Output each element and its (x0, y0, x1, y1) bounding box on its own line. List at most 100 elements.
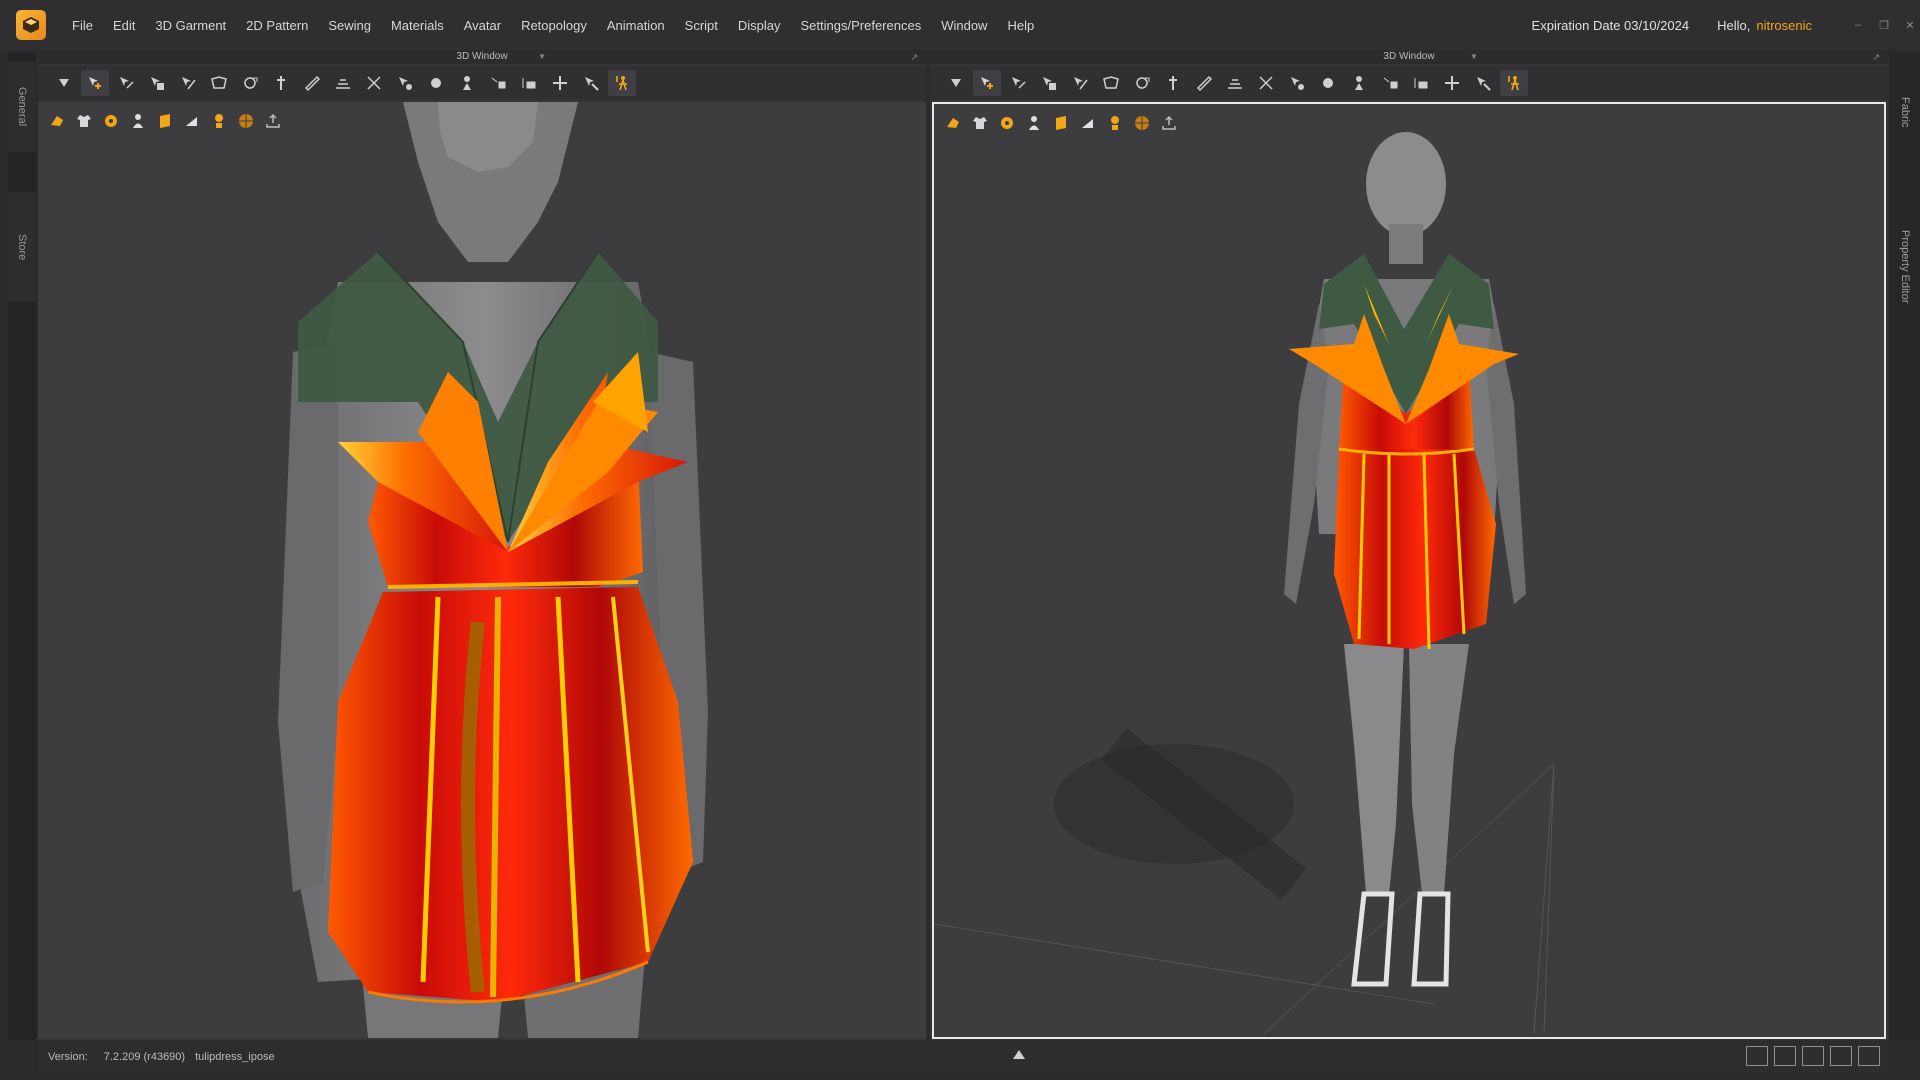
trim-icon[interactable] (1252, 70, 1280, 96)
minimize-icon[interactable]: – (1848, 17, 1868, 33)
3d-viewport-left[interactable] (38, 102, 926, 1038)
menu-window[interactable]: Window (941, 18, 987, 33)
shirt-icon[interactable] (969, 112, 991, 134)
steam-icon[interactable] (267, 70, 295, 96)
fold-arrange-icon[interactable] (236, 70, 264, 96)
steam-icon[interactable] (1159, 70, 1187, 96)
menu-settings[interactable]: Settings/Preferences (801, 18, 922, 33)
menu-3d-garment[interactable]: 3D Garment (155, 18, 226, 33)
tack-icon[interactable] (174, 70, 202, 96)
expiration-date: Expiration Date 03/10/2024 (1531, 17, 1690, 33)
3d-viewport-right[interactable] (932, 102, 1886, 1039)
popout-icon[interactable]: ↗ (1872, 50, 1880, 64)
screenshot-icon[interactable] (1858, 1046, 1880, 1066)
menu-materials[interactable]: Materials (391, 18, 444, 33)
fold-arrange-icon[interactable] (1128, 70, 1156, 96)
pattern-icon[interactable] (154, 110, 176, 132)
menu-help[interactable]: Help (1007, 18, 1034, 33)
menu-sewing[interactable]: Sewing (328, 18, 371, 33)
puckering-icon[interactable] (546, 70, 574, 96)
menu-script[interactable]: Script (685, 18, 718, 33)
pin-icon[interactable] (205, 70, 233, 96)
edit-pattern-icon[interactable] (1004, 70, 1032, 96)
topstitch-icon[interactable] (515, 70, 543, 96)
file-name: tulipdress_ipose (195, 1051, 275, 1063)
upload-icon[interactable] (1158, 112, 1180, 134)
version-number: 7.2.209 (r43690) (103, 1051, 186, 1063)
garment-view-icon[interactable] (942, 112, 964, 134)
shirt-icon[interactable] (73, 110, 95, 132)
measure-icon[interactable] (298, 70, 326, 96)
zipper-icon[interactable] (1376, 70, 1404, 96)
avatar-icon[interactable] (127, 110, 149, 132)
tack-icon[interactable] (1066, 70, 1094, 96)
trim-icon[interactable] (360, 70, 388, 96)
app-logo-icon[interactable] (16, 10, 46, 40)
garment-view-icon[interactable] (46, 110, 68, 132)
expand-up-icon[interactable] (1013, 1050, 1025, 1059)
tab-fabric[interactable]: Fabric (1890, 82, 1920, 142)
tab-general[interactable]: General (8, 62, 36, 152)
close-icon[interactable]: ✕ (1900, 17, 1920, 33)
upload-icon[interactable] (262, 110, 284, 132)
puckering-icon[interactable] (1438, 70, 1466, 96)
menu-retopology[interactable]: Retopology (521, 18, 587, 33)
select-move-icon[interactable] (50, 70, 78, 96)
avatar-icon[interactable] (1023, 112, 1045, 134)
chevron-down-icon[interactable]: ▼ (1470, 50, 1478, 64)
stitch-icon[interactable] (329, 70, 357, 96)
simulation-icon[interactable] (1500, 70, 1528, 96)
stitch-icon[interactable] (1221, 70, 1249, 96)
grid-globe-icon[interactable] (235, 110, 257, 132)
buttonhole-icon[interactable] (1345, 70, 1373, 96)
menu-file[interactable]: File (72, 18, 93, 33)
menu-animation[interactable]: Animation (607, 18, 665, 33)
tab-store[interactable]: Store (8, 192, 36, 302)
button-icon[interactable] (422, 70, 450, 96)
fitting-suit-icon[interactable] (577, 70, 605, 96)
restore-icon[interactable]: ❐ (1874, 17, 1894, 33)
layout-single-icon[interactable] (1746, 1046, 1768, 1066)
measure-icon[interactable] (1190, 70, 1218, 96)
pattern-icon[interactable] (1050, 112, 1072, 134)
layout-split-icon[interactable] (1774, 1046, 1796, 1066)
chevron-down-icon[interactable]: ▼ (538, 50, 546, 64)
menu-display[interactable]: Display (738, 18, 781, 33)
pane-title: 3D Window (456, 51, 508, 62)
avatar-arrangement-icon[interactable] (1283, 70, 1311, 96)
skin-icon[interactable] (1104, 112, 1126, 134)
pin-icon[interactable] (1097, 70, 1125, 96)
grid-globe-icon[interactable] (1131, 112, 1153, 134)
button-icon[interactable] (1314, 70, 1342, 96)
buttonhole-icon[interactable] (453, 70, 481, 96)
avatar-arrangement-icon[interactable] (391, 70, 419, 96)
transform-icon[interactable] (81, 70, 109, 96)
menu-avatar[interactable]: Avatar (464, 18, 501, 33)
fold-icon[interactable] (1035, 70, 1063, 96)
username-link[interactable]: nitrosenic (1756, 18, 1812, 33)
menu-edit[interactable]: Edit (113, 18, 135, 33)
surface-icon[interactable] (1077, 112, 1099, 134)
topstitch-icon[interactable] (1407, 70, 1435, 96)
layout-three-icon[interactable] (1802, 1046, 1824, 1066)
fitting-suit-icon[interactable] (1469, 70, 1497, 96)
popout-icon[interactable]: ↗ (910, 50, 918, 64)
right-side-tabs: Fabric Property Editor (1890, 52, 1920, 1040)
surface-icon[interactable] (181, 110, 203, 132)
transform-icon[interactable] (973, 70, 1001, 96)
fold-icon[interactable] (143, 70, 171, 96)
pane-title-bar: 3D Window ▼ ↗ (38, 50, 926, 64)
skin-icon[interactable] (208, 110, 230, 132)
tab-property-editor[interactable]: Property Editor (1890, 192, 1920, 342)
zipper-icon[interactable] (484, 70, 512, 96)
texture-icon[interactable] (996, 112, 1018, 134)
3d-window-left: 3D Window ▼ ↗ (38, 50, 926, 1040)
layout-quad-icon[interactable] (1830, 1046, 1852, 1066)
simulation-icon[interactable] (608, 70, 636, 96)
menu-2d-pattern[interactable]: 2D Pattern (246, 18, 308, 33)
version-label: Version: (48, 1051, 88, 1063)
edit-pattern-icon[interactable] (112, 70, 140, 96)
menubar: File Edit 3D Garment 2D Pattern Sewing M… (0, 0, 1920, 50)
select-move-icon[interactable] (942, 70, 970, 96)
texture-icon[interactable] (100, 110, 122, 132)
